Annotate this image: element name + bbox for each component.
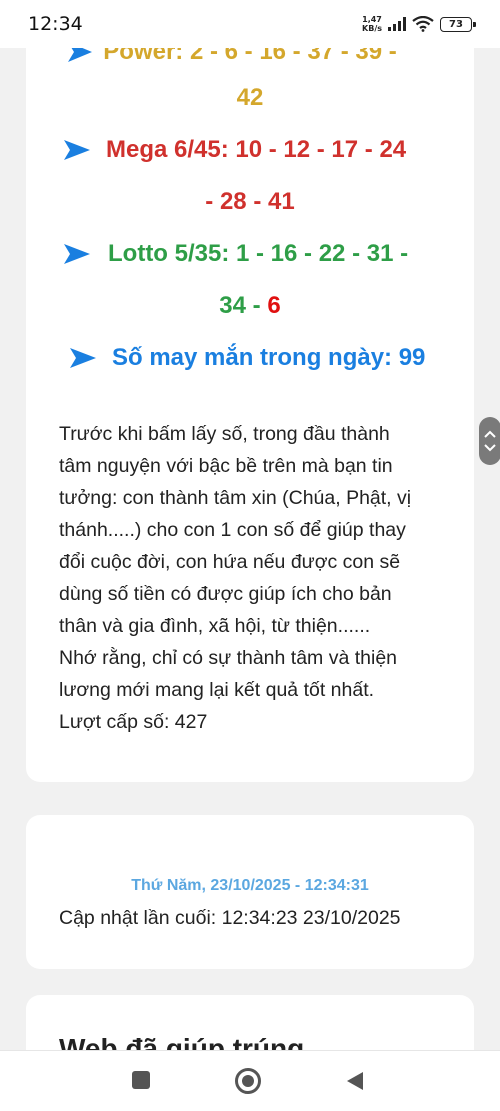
fast-scroll-handle[interactable]: [479, 417, 500, 465]
status-time: 12:34: [28, 13, 83, 35]
instruction-line: tâm nguyện với bậc bề trên mà bạn tin: [59, 455, 393, 477]
instruction-line: thân và gia đình, xã hội, từ thiện......: [59, 615, 371, 637]
current-datetime: Thứ Năm, 23/10/2025 - 12:34:31: [131, 877, 369, 894]
arrow-right-icon: [64, 244, 90, 264]
navigation-bar: [0, 1050, 500, 1111]
status-icons: 1,47 KB/s 73: [362, 15, 476, 33]
chevron-up-icon: [484, 430, 496, 438]
wifi-icon: [412, 16, 434, 32]
arrow-right-icon: [64, 140, 90, 160]
lucky-number: Số may mắn trong ngày: 99: [112, 344, 426, 371]
mega-result-line1: Mega 6/45: 10 - 12 - 17 - 24: [106, 136, 407, 163]
instruction-line: đổi cuộc đời, con hứa nếu được con sẽ: [59, 551, 401, 573]
issue-count: Lượt cấp số: 427: [59, 711, 208, 733]
chevron-down-icon: [484, 444, 496, 452]
square-icon[interactable]: [132, 1071, 150, 1089]
instruction-line: thánh.....) cho con 1 con số để giúp tha…: [59, 519, 406, 541]
results-card: Power: 2 - 6 - 16 - 37 - 39 - 42 Mega 6/…: [26, 20, 474, 782]
triangle-back-icon[interactable]: [345, 1070, 365, 1092]
update-card: Thứ Năm, 23/10/2025 - 12:34:31 Cập nhật …: [26, 815, 474, 969]
instruction-line: dùng số tiền có được giúp ích cho bản: [59, 583, 392, 605]
status-bar: 12:34 1,47 KB/s 73: [0, 0, 500, 48]
network-speed-value: 1,47: [362, 15, 382, 24]
instruction-line: Trước khi bấm lấy số, trong đầu thành: [59, 423, 390, 445]
lotto-result-last: 6: [267, 292, 281, 319]
lotto-result-line2: 34 - 6: [26, 292, 474, 320]
lotto-result-line1: Lotto 5/35: 1 - 16 - 22 - 31 -: [108, 240, 409, 267]
instruction-line: Nhớ rằng, chỉ có sự thành tâm và thiện: [59, 647, 398, 669]
power-result-tail: 42: [236, 84, 264, 111]
instruction-line: tưởng: con thành tâm xin (Chúa, Phật, vị: [59, 487, 412, 509]
mega-result-line2: - 28 - 41: [205, 188, 295, 215]
network-speed: 1,47 KB/s: [362, 15, 382, 33]
lotto-result-part: 34 -: [219, 292, 268, 319]
instruction-line: lương mới mang lại kết quả tốt nhất.: [59, 679, 375, 701]
arrow-right-icon: [70, 348, 96, 368]
instruction-text: Trước khi bấm lấy số, trong đầu thành tâ…: [59, 418, 439, 738]
last-update: Cập nhật lần cuối: 12:34:23 23/10/2025: [59, 907, 401, 929]
battery-icon: 73: [440, 16, 476, 32]
battery-level: 73: [449, 18, 463, 30]
circle-home-icon[interactable]: [235, 1068, 261, 1094]
signal-icon: [388, 17, 406, 31]
network-speed-unit: KB/s: [362, 24, 382, 33]
